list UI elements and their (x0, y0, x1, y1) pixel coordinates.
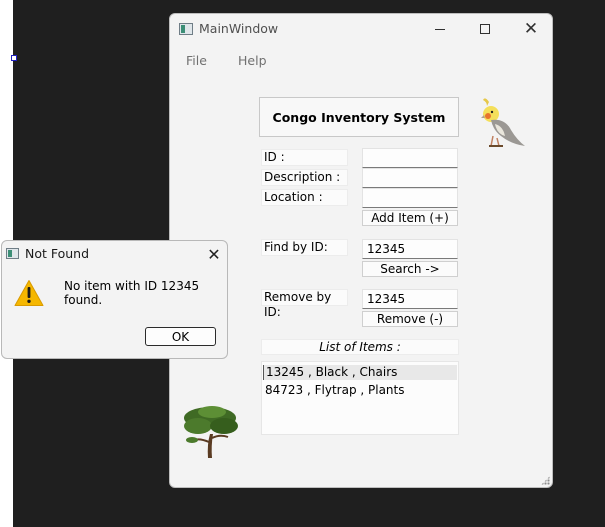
maximize-icon (480, 24, 490, 34)
minimize-icon (435, 28, 445, 30)
find-label: Find by ID: (261, 239, 348, 256)
not-found-dialog: Not Found ✕ No item with ID 12345 found.… (1, 240, 228, 359)
maximize-button[interactable] (462, 14, 508, 44)
warning-icon (14, 280, 44, 306)
remove-button[interactable]: Remove (-) (362, 311, 458, 327)
id-input[interactable] (362, 148, 458, 168)
menu-bar: File Help (170, 50, 552, 72)
window-title: MainWindow (199, 21, 279, 36)
items-list[interactable]: 13245 , Black , Chairs 84723 , Flytrap ,… (261, 361, 459, 435)
app-icon (6, 248, 19, 259)
list-header: List of Items : (261, 339, 459, 355)
list-item[interactable]: 84723 , Flytrap , Plants (263, 383, 457, 398)
menu-help[interactable]: Help (238, 53, 267, 68)
find-input[interactable] (362, 239, 458, 259)
minimize-button[interactable] (417, 14, 463, 44)
header-button[interactable]: Congo Inventory System (259, 97, 459, 137)
remove-input[interactable] (362, 289, 458, 309)
ok-button[interactable]: OK (145, 327, 216, 346)
close-icon: ✕ (523, 19, 539, 39)
tree-image (184, 406, 238, 458)
description-label: Description : (261, 169, 348, 186)
remove-label: Remove by ID: (261, 289, 348, 319)
close-button[interactable]: ✕ (508, 14, 552, 44)
add-item-button[interactable]: Add Item (+) (362, 210, 458, 226)
title-bar[interactable]: MainWindow ✕ (170, 14, 552, 46)
cockatiel-image (481, 98, 525, 147)
list-item[interactable]: 13245 , Black , Chairs (263, 365, 457, 380)
app-icon (179, 23, 193, 35)
dialog-message: No item with ID 12345 found. (64, 279, 200, 307)
id-label: ID : (261, 149, 348, 166)
search-button[interactable]: Search -> (362, 261, 458, 277)
location-label: Location : (261, 189, 348, 206)
location-input[interactable] (362, 188, 458, 208)
dialog-title: Not Found (25, 246, 90, 261)
selection-handle[interactable] (11, 55, 17, 61)
description-input[interactable] (362, 168, 458, 188)
resize-grip[interactable] (541, 476, 550, 485)
dialog-close-button[interactable]: ✕ (202, 243, 226, 265)
menu-file[interactable]: File (186, 53, 207, 68)
close-icon: ✕ (207, 244, 221, 264)
